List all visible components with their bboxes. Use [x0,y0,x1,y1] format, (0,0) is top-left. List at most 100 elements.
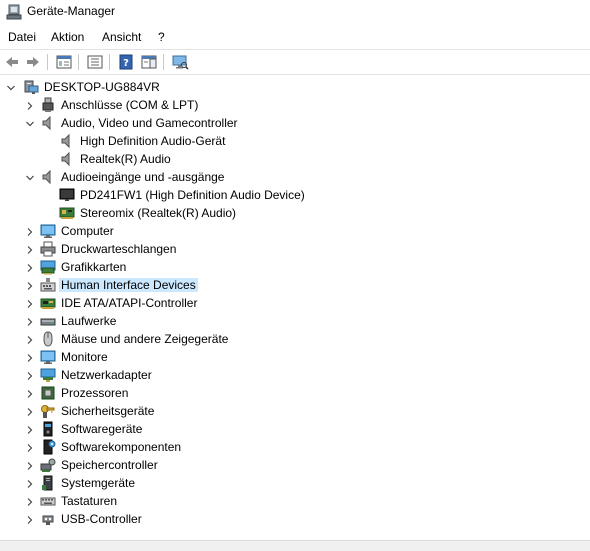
device-tree[interactable]: DESKTOP-UG884VR Anschlüsse (COM & LPT) Aud… [0,78,590,540]
properties-icon [56,55,72,69]
expand-arrow-icon[interactable] [25,262,35,272]
tree-item-label: Laufwerke [61,314,117,328]
svg-text:?: ? [123,58,129,69]
tree-category[interactable]: Laufwerke [0,312,560,330]
expand-arrow-icon[interactable] [25,100,35,110]
expand-arrow-icon[interactable] [25,226,35,236]
tree-category[interactable]: Sicherheitsgeräte [0,402,560,420]
tree-root[interactable]: DESKTOP-UG884VR [0,78,560,96]
back-icon [6,57,18,67]
menu-bar: Datei Aktion Ansicht ? [0,27,590,47]
tree-category[interactable]: Speichercontroller [0,456,560,474]
back-button[interactable] [3,53,21,71]
tree-device[interactable]: High Definition Audio-Gerät [0,132,560,150]
tree-device[interactable]: PD241FW1 (High Definition Audio Device) [0,186,560,204]
tree-item-label: Human Interface Devices [59,278,198,292]
tree-category[interactable]: Systemgeräte [0,474,560,492]
menu-ansicht[interactable]: Ansicht [102,30,141,44]
tree-item-label: IDE ATA/ATAPI-Controller [61,296,198,310]
expand-arrow-icon[interactable] [25,352,35,362]
tree-category[interactable]: Monitore [0,348,560,366]
ide-icon [40,295,56,311]
tree-category[interactable]: Netzwerkadapter [0,366,560,384]
tree-item-label: USB-Controller [61,512,142,526]
expand-arrow-icon[interactable] [25,370,35,380]
help-button[interactable]: ? [117,53,135,71]
tree-category[interactable]: Tastaturen [0,492,560,510]
toolbar-separator [78,54,79,70]
tree-item-label: Sicherheitsgeräte [61,404,155,418]
expand-arrow-icon[interactable] [25,334,35,344]
help-icon: ? [119,54,133,70]
expand-arrow-icon[interactable] [25,478,35,488]
port-icon [40,97,56,113]
tree-category[interactable]: Softwarekomponenten [0,438,560,456]
printer-icon [40,241,56,257]
show-hide-console-tree-icon [87,55,103,69]
tree-category[interactable]: Human Interface Devices [0,276,560,294]
monitor-icon [40,223,56,239]
action-pane-button[interactable] [140,53,158,71]
toolbar-separator [163,54,164,70]
processor-icon [40,385,56,401]
tree-item-label: Speichercontroller [61,458,158,472]
tree-item-label: Mäuse und andere Zeigegeräte [61,332,229,346]
tree-category[interactable]: Prozessoren [0,384,560,402]
tree-category[interactable]: Audioeingänge und -ausgänge [0,168,560,186]
tree-device[interactable]: Realtek(R) Audio [0,150,560,168]
expand-arrow-icon[interactable] [25,496,35,506]
expand-arrow-icon[interactable] [25,514,35,524]
tree-category[interactable]: Anschlüsse (COM & LPT) [0,96,560,114]
tree-item-label: Anschlüsse (COM & LPT) [61,98,199,112]
expand-arrow-icon[interactable] [25,406,35,416]
tree-item-label: Netzwerkadapter [61,368,152,382]
status-bar [0,540,590,551]
expand-arrow-icon[interactable] [25,442,35,452]
tree-root-label: DESKTOP-UG884VR [44,80,160,94]
tree-item-label: Stereomix (Realtek(R) Audio) [80,206,237,220]
usb-icon [40,511,56,527]
expand-arrow-icon[interactable] [25,280,35,290]
expand-arrow-icon[interactable] [25,316,35,326]
menu-aktion[interactable]: Aktion [51,30,84,44]
tree-device[interactable]: Stereomix (Realtek(R) Audio) [0,204,560,222]
collapse-arrow-icon[interactable] [6,82,16,92]
display-adapter-icon [40,259,56,275]
speaker-icon [40,169,56,185]
tree-item-label: Realtek(R) Audio [80,152,171,166]
forward-button[interactable] [24,53,42,71]
system-device-icon [40,475,56,491]
tree-item-label: Prozessoren [61,386,129,400]
speaker-icon [59,133,75,149]
properties-button[interactable] [55,53,73,71]
tree-item-label: Audioeingänge und -ausgänge [61,170,225,184]
scan-hardware-button[interactable] [171,53,189,71]
tree-category[interactable]: Druckwarteschlangen [0,240,560,258]
expand-arrow-icon[interactable] [25,244,35,254]
title-bar: Geräte-Manager [0,0,590,24]
menu-help[interactable]: ? [158,30,165,44]
show-hide-console-tree-button[interactable] [86,53,104,71]
expand-arrow-icon[interactable] [25,388,35,398]
expand-arrow-icon[interactable] [25,424,35,434]
tree-item-label: Tastaturen [61,494,118,508]
menu-datei[interactable]: Datei [8,30,36,44]
tree-item-label: Druckwarteschlangen [61,242,177,256]
tree-item-label: Computer [61,224,114,238]
security-key-icon [40,403,56,419]
expand-arrow-icon[interactable] [25,298,35,308]
forward-icon [27,57,39,67]
hid-icon [40,277,56,293]
tree-category[interactable]: Computer [0,222,560,240]
collapse-arrow-icon[interactable] [25,118,35,128]
tree-category[interactable]: Grafikkarten [0,258,560,276]
tree-category[interactable]: Softwaregeräte [0,420,560,438]
expand-arrow-icon[interactable] [25,460,35,470]
audio-card-icon [59,205,75,221]
tree-category[interactable]: Mäuse und andere Zeigegeräte [0,330,560,348]
tree-category[interactable]: IDE ATA/ATAPI-Controller [0,294,560,312]
tree-category[interactable]: USB-Controller [0,510,560,528]
collapse-arrow-icon[interactable] [25,172,35,182]
tree-category[interactable]: Audio, Video und Gamecontroller [0,114,560,132]
tree-item-label: Monitore [61,350,108,364]
